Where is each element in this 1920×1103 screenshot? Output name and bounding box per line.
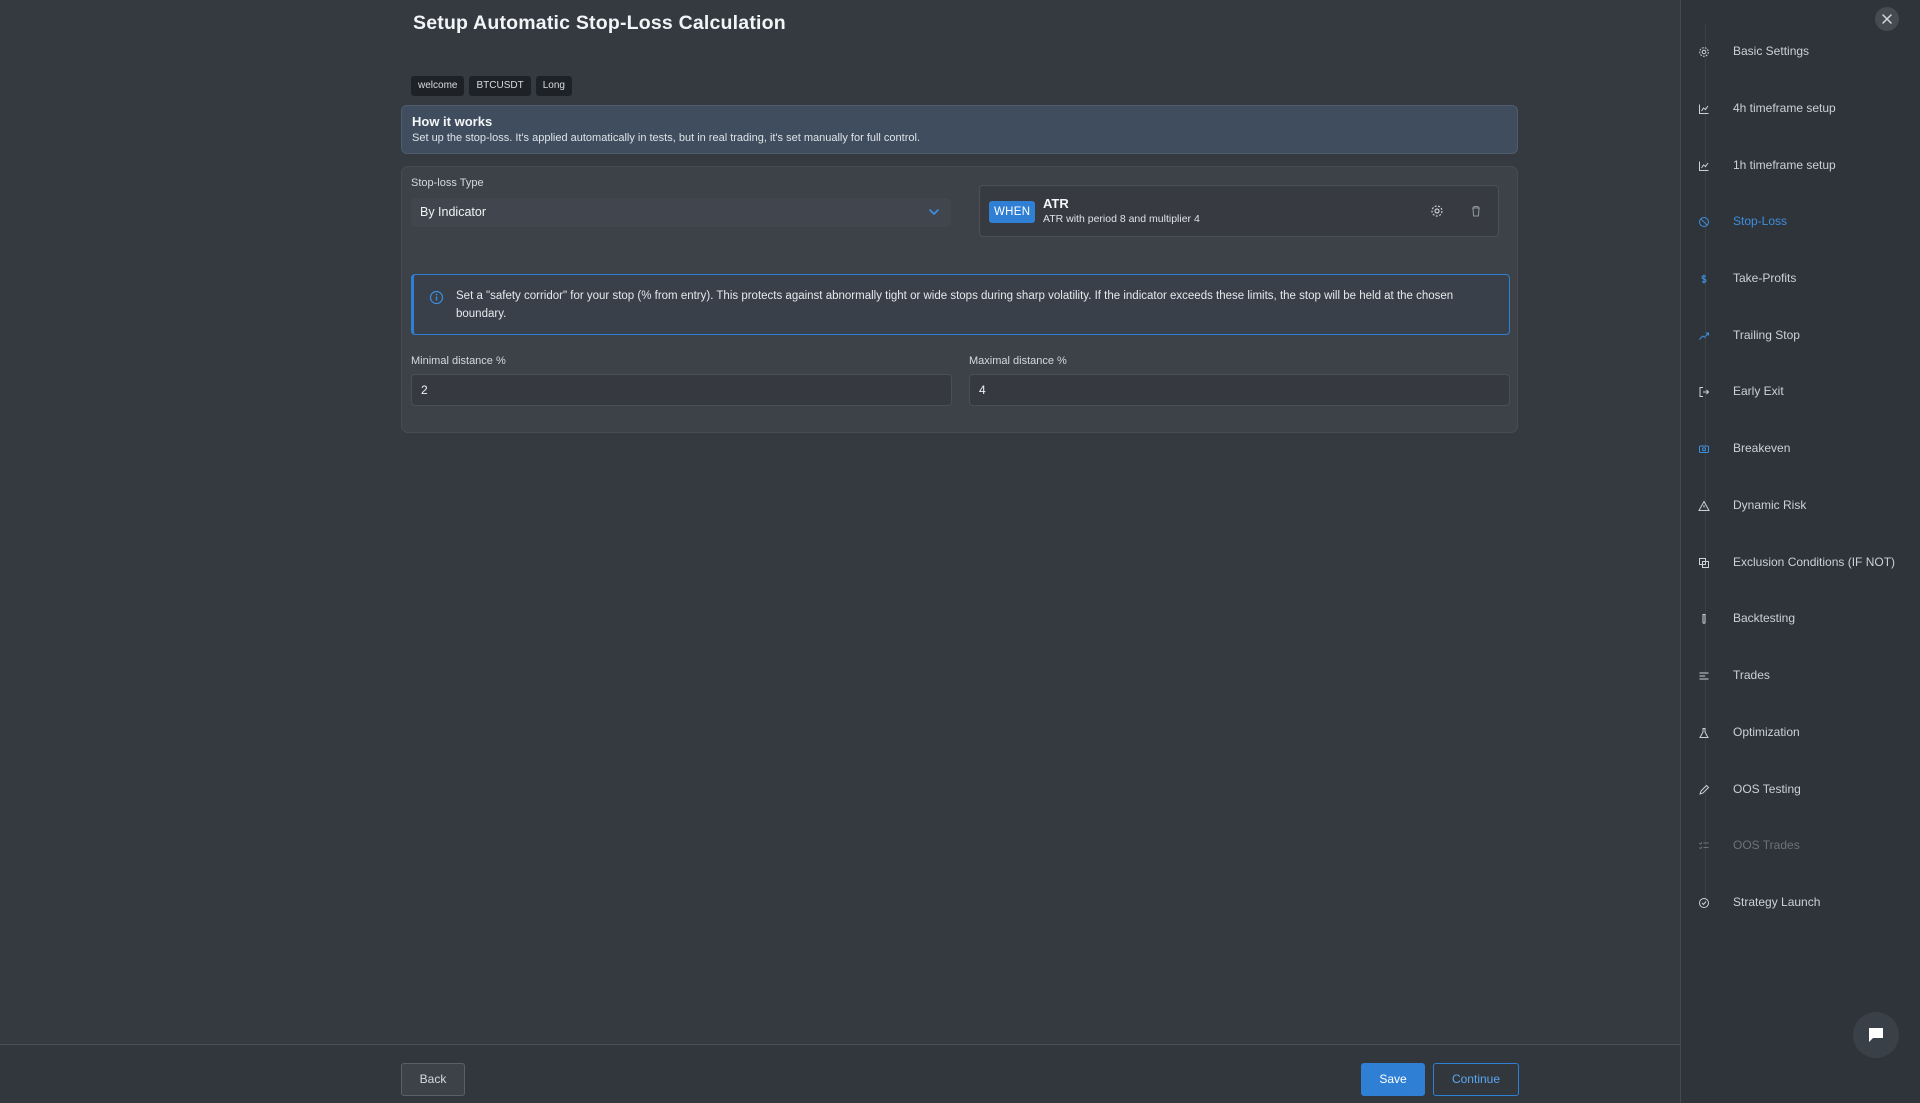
sidebar-item-label: Trailing Stop <box>1733 328 1800 342</box>
flask-icon <box>1702 614 1706 624</box>
pin-off-icon <box>1882 14 1892 24</box>
chat-icon <box>1869 1028 1883 1042</box>
back-button[interactable]: Back <box>401 1063 465 1096</box>
tag-symbol: BTCUSDT <box>469 76 531 96</box>
gear-icon <box>1699 47 1709 57</box>
max-distance-input[interactable]: 4 <box>969 374 1510 406</box>
sidebar-item-label: Exclusion Conditions (IF NOT) <box>1733 555 1896 569</box>
copy-icon <box>1699 558 1709 568</box>
sidebar-item-strategy-launch[interactable]: Strategy Launch <box>1681 891 1920 915</box>
how-it-works-title: How it works <box>412 114 493 129</box>
sidebar-item-label: Take-Profits <box>1733 271 1797 285</box>
tag-welcome: welcome <box>411 76 465 96</box>
min-distance-input[interactable]: 2 <box>411 374 952 406</box>
stop-loss-type-value: By Indicator <box>420 205 487 219</box>
how-it-works-text: Set up the stop-loss. It's applied autom… <box>412 132 921 144</box>
sidebar-item-1h-timeframe[interactable]: 1h timeframe setup <box>1681 154 1920 178</box>
stop-loss-type-label: Stop-loss Type <box>411 177 484 189</box>
collapse-sidebar-button[interactable] <box>1875 7 1899 31</box>
sidebar-item-early-exit[interactable]: Early Exit <box>1681 380 1920 404</box>
min-distance-label: Minimal distance % <box>411 355 506 367</box>
main-content: Setup Automatic Stop-Loss Calculation we… <box>0 0 1680 1044</box>
trend-icon <box>1699 332 1709 340</box>
max-distance-label: Maximal distance % <box>969 355 1067 367</box>
sidebar-item-label: Basic Settings <box>1733 44 1810 58</box>
sidebar-item-stop-loss[interactable]: Stop-Loss <box>1681 210 1920 234</box>
sidebar-item-trades[interactable]: Trades <box>1681 664 1920 688</box>
sidebar-item-backtesting[interactable]: Backtesting <box>1681 607 1920 631</box>
footer-bar: Back Save Continue <box>0 1044 1680 1103</box>
tag-direction: Long <box>535 76 572 96</box>
safety-corridor-info: Set a "safety corridor" for your stop (%… <box>411 274 1510 335</box>
save-button[interactable]: Save <box>1361 1063 1425 1096</box>
warning-icon <box>1698 500 1710 511</box>
tag-list: welcome BTCUSDT Long <box>411 76 572 96</box>
info-text: Set a "safety corridor" for your stop (%… <box>456 290 1454 320</box>
sidebar-item-exclusion-conditions[interactable]: Exclusion Conditions (IF NOT) <box>1681 551 1920 575</box>
sidebar-item-basic-settings[interactable]: Basic Settings <box>1681 40 1920 64</box>
indicator-name: ATR <box>1043 196 1069 211</box>
steps-sidebar: Basic Settings 4h timeframe setup 1h tim… <box>1680 0 1920 1103</box>
sidebar-item-label: Optimization <box>1733 725 1800 739</box>
stop-loss-card: Stop-loss Type By Indicator WHEN ATR ATR… <box>401 166 1518 433</box>
sidebar-item-oos-trades[interactable]: OOS Trades <box>1681 834 1920 858</box>
chart-icon <box>1699 161 1709 171</box>
sidebar-item-label: Breakeven <box>1733 441 1791 455</box>
indicator-description: ATR with period 8 and multiplier 4 <box>1043 213 1200 225</box>
chat-button[interactable] <box>1853 1012 1899 1058</box>
gear-icon[interactable] <box>1430 204 1444 218</box>
chevron-down-icon <box>929 209 939 215</box>
sidebar-item-4h-timeframe[interactable]: 4h timeframe setup <box>1681 97 1920 121</box>
stop-icon <box>1699 217 1709 227</box>
stop-loss-type-select[interactable]: By Indicator <box>411 198 951 227</box>
info-icon <box>429 290 444 305</box>
sidebar-item-label: Dynamic Risk <box>1733 498 1807 512</box>
sidebar-item-label: Strategy Launch <box>1733 895 1821 909</box>
check-circle-icon <box>1699 898 1709 908</box>
indicator-condition[interactable]: WHEN ATR ATR with period 8 and multiplie… <box>979 185 1499 237</box>
exit-icon <box>1699 387 1710 397</box>
dollar-icon <box>1701 274 1707 284</box>
checklist-icon <box>1699 842 1709 850</box>
sidebar-item-label: Stop-Loss <box>1733 214 1788 228</box>
sidebar-item-optimization[interactable]: Optimization <box>1681 721 1920 745</box>
sidebar-item-oos-testing[interactable]: OOS Testing <box>1681 778 1920 802</box>
sidebar-item-breakeven[interactable]: Breakeven <box>1681 437 1920 461</box>
scale-icon <box>1699 445 1709 453</box>
sidebar-item-label: Early Exit <box>1733 384 1784 398</box>
continue-button[interactable]: Continue <box>1433 1063 1519 1096</box>
beaker-icon <box>1699 728 1709 738</box>
chart-icon <box>1699 104 1709 114</box>
pen-icon <box>1699 784 1710 795</box>
page-title: Setup Automatic Stop-Loss Calculation <box>413 12 786 34</box>
sidebar-item-label: OOS Testing <box>1733 782 1801 796</box>
sidebar-item-label: Trades <box>1733 668 1770 682</box>
sidebar-item-trailing-stop[interactable]: Trailing Stop <box>1681 324 1920 348</box>
sidebar-item-label: OOS Trades <box>1733 838 1800 852</box>
sidebar-item-label: Backtesting <box>1733 611 1796 625</box>
sidebar-item-label: 1h timeframe setup <box>1733 158 1836 172</box>
how-it-works-panel: How it works Set up the stop-loss. It's … <box>401 105 1518 154</box>
sidebar-item-label: 4h timeframe setup <box>1733 101 1836 115</box>
trash-icon[interactable] <box>1469 204 1483 218</box>
sidebar-item-take-profits[interactable]: Take-Profits <box>1681 267 1920 291</box>
when-badge: WHEN <box>989 201 1036 223</box>
list-icon <box>1699 672 1709 680</box>
sidebar-item-dynamic-risk[interactable]: Dynamic Risk <box>1681 494 1920 518</box>
